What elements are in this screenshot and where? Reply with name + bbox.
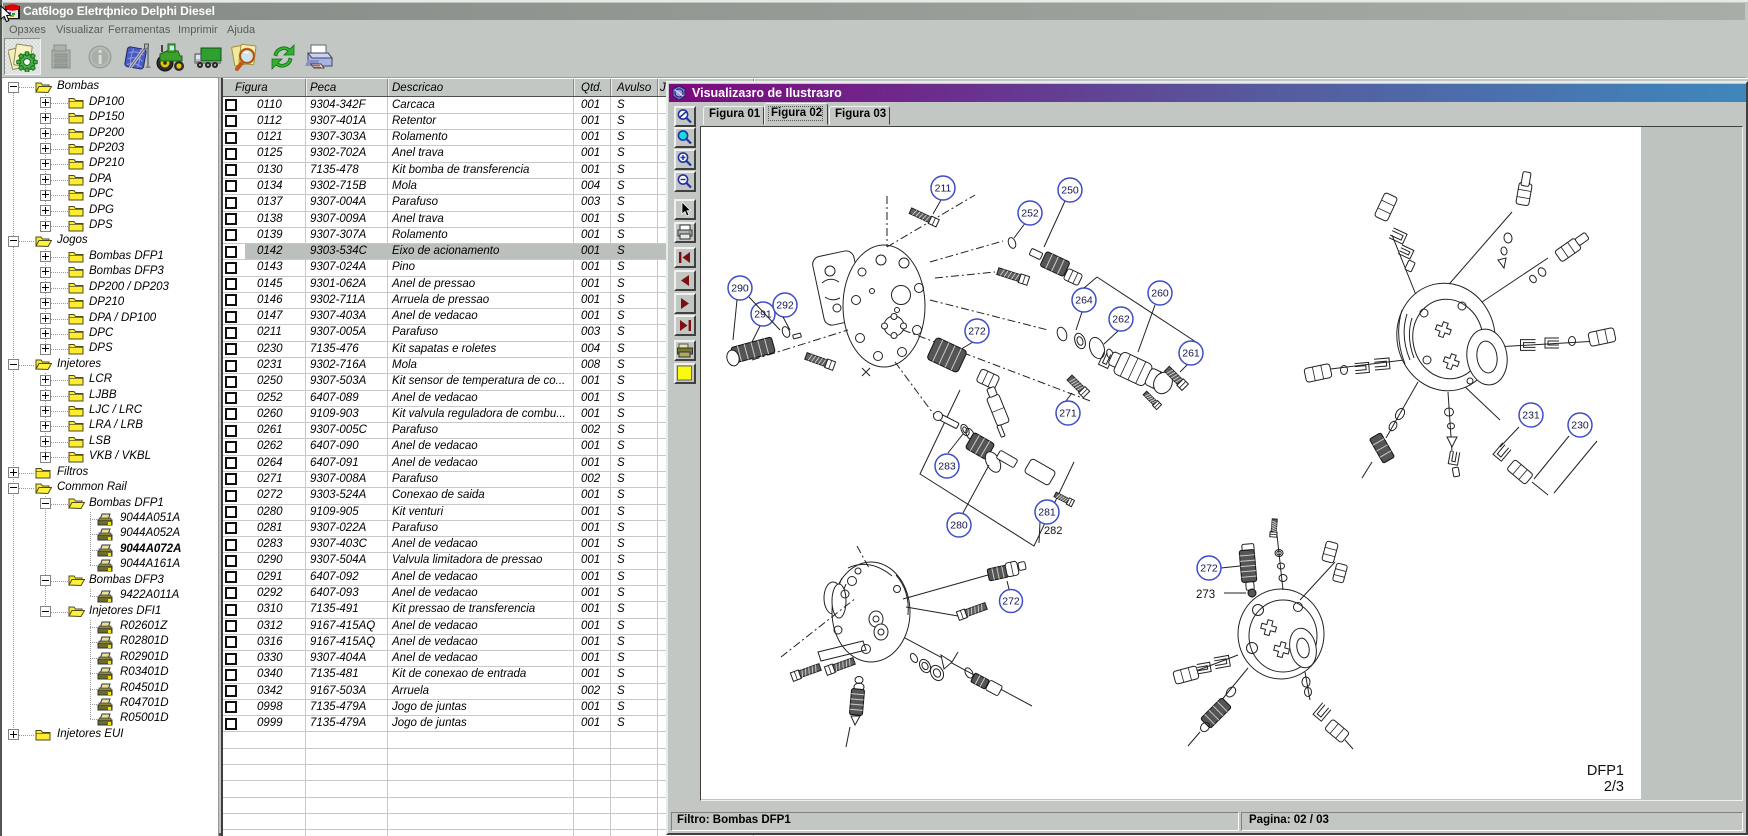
svg-text:260: 260 xyxy=(1151,288,1169,300)
svg-text:280: 280 xyxy=(950,520,968,532)
svg-text:273: 273 xyxy=(1196,589,1215,601)
svg-text:262: 262 xyxy=(1112,314,1130,326)
svg-text:250: 250 xyxy=(1061,185,1079,197)
svg-text:282: 282 xyxy=(1044,525,1062,537)
svg-text:DFP1: DFP1 xyxy=(1587,763,1624,779)
svg-text:272: 272 xyxy=(968,326,986,338)
svg-text:261: 261 xyxy=(1182,348,1200,360)
svg-text:231: 231 xyxy=(1522,410,1540,422)
svg-text:283: 283 xyxy=(938,461,956,473)
svg-text:281: 281 xyxy=(1038,507,1056,519)
svg-text:272: 272 xyxy=(1200,563,1218,575)
svg-text:290: 290 xyxy=(731,283,749,295)
svg-text:230: 230 xyxy=(1571,420,1589,432)
svg-text:292: 292 xyxy=(776,300,794,312)
svg-text:252: 252 xyxy=(1021,208,1039,220)
svg-text:2/3: 2/3 xyxy=(1604,779,1624,795)
svg-text:264: 264 xyxy=(1075,295,1093,307)
svg-text:211: 211 xyxy=(935,183,952,195)
svg-text:271: 271 xyxy=(1059,408,1077,420)
svg-text:272: 272 xyxy=(1002,596,1020,608)
